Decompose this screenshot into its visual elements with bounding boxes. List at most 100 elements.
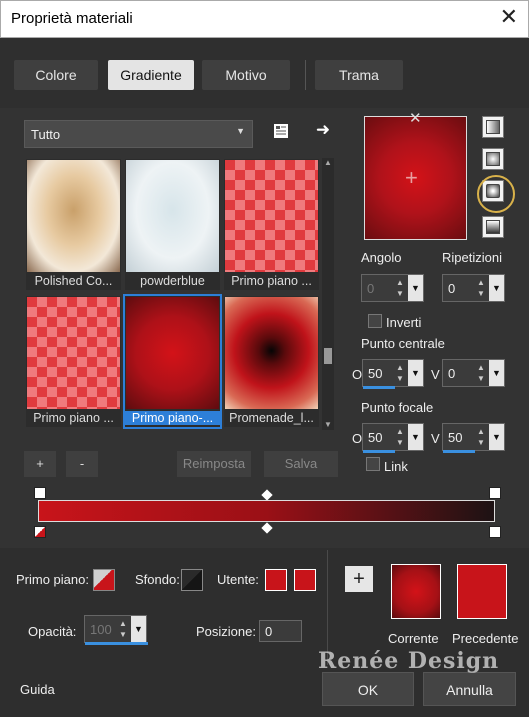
arrow-right-icon[interactable]: ➜ [312,120,334,142]
chevron-down-icon[interactable]: ▼ [408,424,423,450]
focal-o-spinner[interactable]: 50 ▲ ▼ ▼ [362,423,424,453]
focal-v-spinner[interactable]: 50 ▲ ▼ ▼ [442,423,505,453]
center-crosshair-icon[interactable]: + [405,165,418,191]
title-bar: Proprietà materiali ✕ [0,0,529,38]
watermark-logo: Renée Design [318,648,500,674]
thumbnail-scrollbar[interactable]: ▲ ▼ [322,158,334,430]
focal-o-value: 50 [368,430,383,445]
angle-spinner[interactable]: 0 ▲ ▼ ▼ [361,274,424,302]
chevron-down-icon[interactable]: ▼ [489,424,504,450]
add-gradient-button[interactable]: + [24,451,56,477]
radial-style-button[interactable] [482,216,504,238]
scroll-thumb[interactable] [324,348,332,364]
gradient-preview-image [27,160,120,272]
current-swatch[interactable] [391,564,441,619]
tab-colore[interactable]: Colore [14,60,98,90]
bottom-right-stop-marker[interactable] [489,526,501,538]
tab-motivo[interactable]: Motivo [202,60,290,90]
gradient-thumb-selected[interactable]: Primo piano-... [123,294,222,429]
tab-trama[interactable]: Trama [315,60,403,90]
gradient-preview-image [27,297,120,409]
center-o-label: O [352,367,363,382]
bottom-left-stop-marker[interactable] [34,526,46,538]
focal-v-label: V [431,431,440,446]
gradient-thumb[interactable]: powderblue [125,159,220,290]
spin-arrows-icon[interactable]: ▲ ▼ [393,277,407,299]
link-checkbox[interactable] [366,457,380,471]
remove-gradient-button[interactable]: - [66,451,98,477]
scroll-up-icon[interactable]: ▲ [324,158,332,167]
chevron-down-icon[interactable]: ▼ [489,275,504,301]
help-link[interactable]: Guida [20,682,55,697]
gradient-thumb[interactable]: Primo piano ... [26,296,121,427]
opacity-value: 100 [90,622,112,637]
library-icon[interactable] [270,122,292,144]
gradient-preview-image [126,297,219,409]
scroll-down-icon[interactable]: ▼ [324,420,332,429]
user-swatch-1[interactable] [265,569,287,591]
linear-style-button[interactable] [482,116,504,138]
reset-button[interactable]: Reimposta [177,451,251,477]
focal-o-label: O [352,431,363,446]
user-label: Utente: [217,572,259,587]
invert-label: Inverti [386,315,422,330]
invert-checkbox[interactable] [368,314,382,328]
link-label: Link [384,459,408,474]
rectangular-gradient-icon [486,152,500,166]
spin-arrows-icon[interactable]: ▲ ▼ [474,426,488,448]
repeats-label: Ripetizioni [442,250,502,265]
tab-bar: Colore Gradiente Motivo Trama [0,38,529,108]
position-field[interactable]: 0 [259,620,302,642]
chevron-down-icon: ▼ [236,126,245,136]
opacity-label: Opacità: [28,624,77,639]
gradient-preview[interactable]: ✕ + [364,110,467,240]
chevron-down-icon[interactable]: ▼ [408,275,423,301]
gradient-preview-image [225,297,318,409]
center-v-value: 0 [448,366,456,381]
center-v-spinner[interactable]: 0 ▲ ▼ ▼ [442,359,505,387]
center-point-label: Punto centrale [361,336,445,351]
previous-label: Precedente [452,631,519,646]
user-swatch-2[interactable] [294,569,316,591]
chevron-down-icon[interactable]: ▼ [489,360,504,386]
focal-point-label: Punto focale [361,400,434,415]
spin-arrows-icon[interactable]: ▲ ▼ [393,362,407,384]
save-gradient-button[interactable]: Salva [264,451,338,477]
focal-marker-icon[interactable]: ✕ [409,109,422,127]
repeats-spinner[interactable]: 0 ▲ ▼ ▼ [442,274,505,302]
background-swatch[interactable] [181,569,203,591]
chevron-down-icon[interactable]: ▼ [131,616,146,642]
center-o-level-bar [363,386,395,389]
previous-swatch[interactable] [457,564,507,619]
top-left-stop-marker[interactable] [34,487,46,499]
position-label: Posizione: [196,624,256,639]
spin-arrows-icon[interactable]: ▲ ▼ [474,277,488,299]
gradient-thumb[interactable]: Primo piano ... [224,159,319,290]
rectangular-style-button[interactable] [482,148,504,170]
current-label: Corrente [388,631,439,646]
tab-gradiente[interactable]: Gradiente [108,60,194,90]
highlight-circle [477,175,515,213]
focal-o-level-bar [363,450,395,453]
ok-button[interactable]: OK [322,672,414,706]
spin-arrows-icon[interactable]: ▲ ▼ [474,362,488,384]
foreground-swatch[interactable] [93,569,115,591]
opacity-spinner[interactable]: 100 ▲ ▼ ▼ [84,615,148,645]
gradient-thumb[interactable]: Promenade_l... [224,296,319,427]
cancel-button[interactable]: Annulla [423,672,516,706]
chevron-down-icon[interactable]: ▼ [408,360,423,386]
center-o-value: 50 [368,366,383,381]
add-swatch-button[interactable]: + [345,566,373,592]
gradient-thumb-label: Polished Co... [34,274,113,288]
center-o-spinner[interactable]: 50 ▲ ▼ ▼ [362,359,424,389]
gradient-editor-bar[interactable] [38,500,495,522]
close-icon[interactable]: ✕ [500,4,518,30]
gradient-preview-image [126,160,219,272]
category-selected: Tutto [31,127,61,142]
top-right-stop-marker[interactable] [489,487,501,499]
spin-arrows-icon[interactable]: ▲ ▼ [116,618,130,640]
spin-arrows-icon[interactable]: ▲ ▼ [393,426,407,448]
category-dropdown[interactable]: Tutto ▼ [24,120,253,148]
gradient-thumb[interactable]: Polished Co... [26,159,121,290]
gradient-thumb-label: powderblue [140,274,205,288]
